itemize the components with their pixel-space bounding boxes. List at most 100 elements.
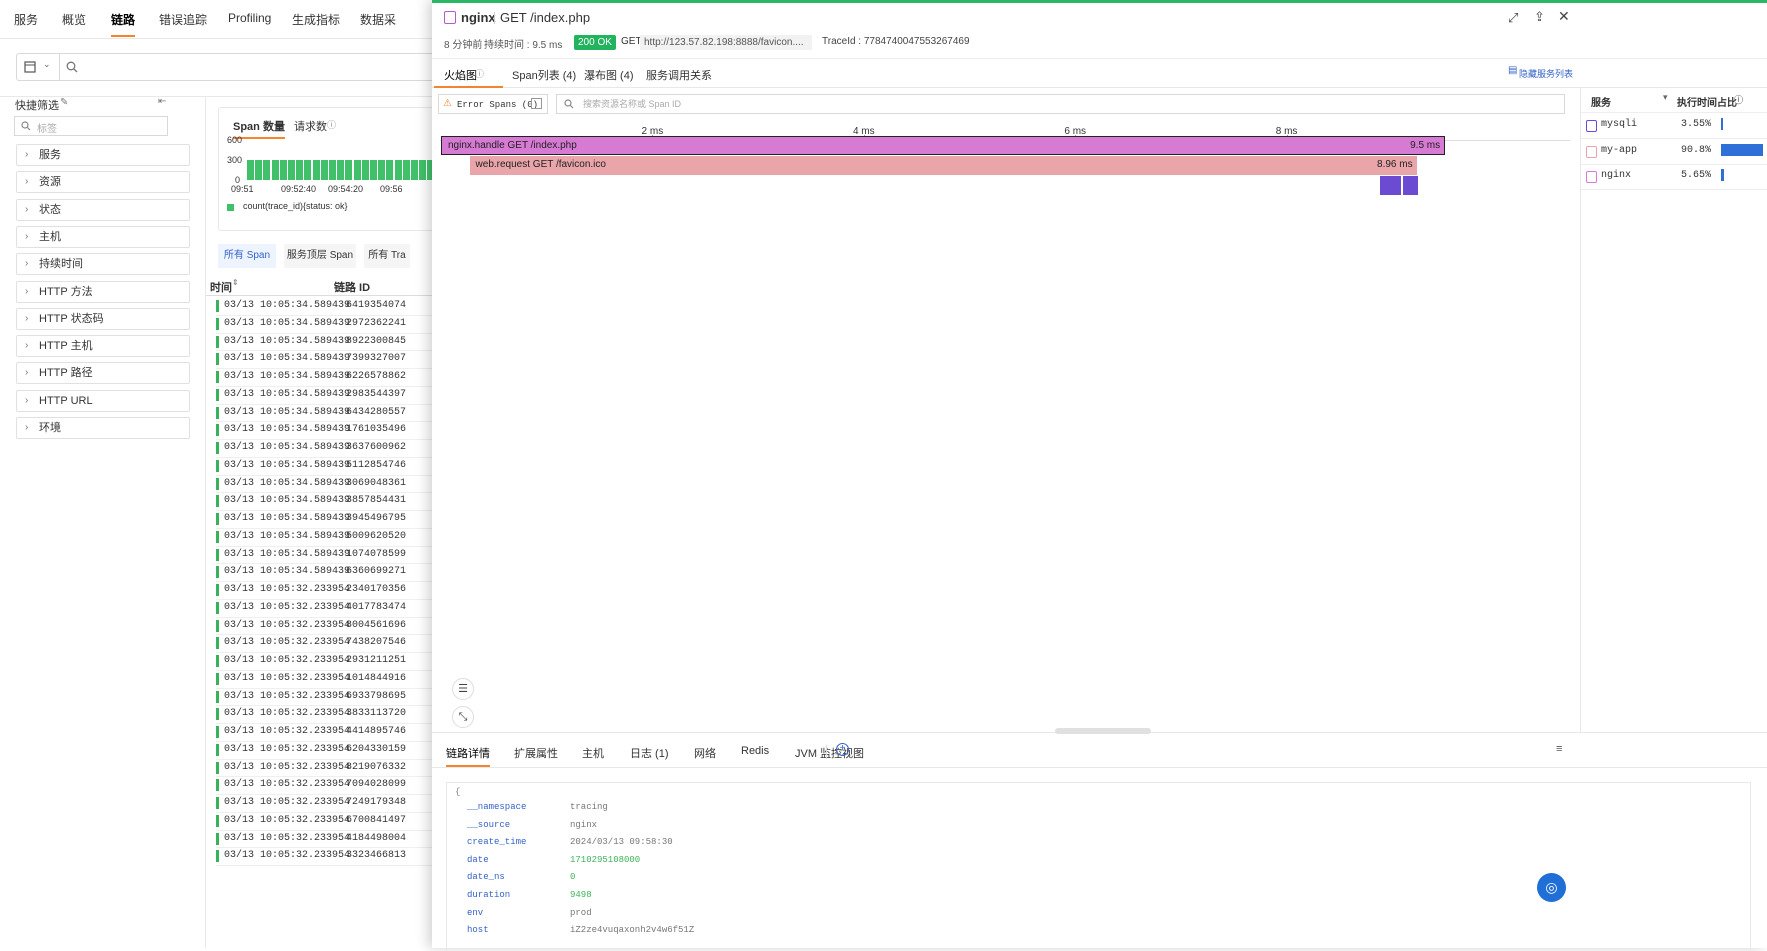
table-row[interactable]: 03/13 10:05:34.589439 6360699271 (216, 563, 432, 582)
view-selector[interactable]: ⌄ (16, 53, 60, 81)
detail-tab[interactable]: 网络 (694, 745, 716, 761)
sort-icon[interactable]: ⇕ (232, 278, 239, 287)
assistant-fab-button[interactable]: ◎ (1537, 873, 1566, 902)
table-row[interactable]: 03/13 10:05:32.233954 1014844916 (216, 670, 432, 689)
filter-group[interactable]: › 持续时间 (16, 253, 190, 276)
span-tab[interactable]: 所有 Span (218, 244, 276, 268)
table-row[interactable]: 03/13 10:05:32.233954 3833113720 (216, 705, 432, 724)
table-row[interactable]: 03/13 10:05:34.589439 3637600962 (216, 439, 432, 458)
fullscreen-icon[interactable]: ⤢ (1508, 10, 1518, 26)
chevron-down-icon[interactable]: ▾ (1663, 92, 1668, 103)
detail-tab[interactable]: 日志 (1) (630, 745, 669, 761)
table-row[interactable]: 03/13 10:05:34.589439 3945496795 (216, 510, 432, 529)
table-row[interactable]: 03/13 10:05:34.589439 3857854431 (216, 492, 432, 511)
table-row[interactable]: 03/13 10:05:34.589439 6419354074 (216, 297, 432, 316)
span-tab[interactable]: 所有 Tra (364, 244, 410, 268)
nav-tab-6[interactable]: 数据采 (360, 11, 396, 28)
filter-group[interactable]: › 资源 (16, 171, 190, 194)
nav-tab-5[interactable]: 生成指标 (292, 11, 340, 28)
nav-tab-2[interactable]: 链路 (111, 11, 136, 37)
drawer-tab[interactable]: 服务调用关系 (646, 67, 712, 83)
table-row[interactable]: 03/13 10:05:32.233954 4017783474 (216, 599, 432, 618)
flame-span[interactable] (1402, 176, 1418, 195)
table-row[interactable]: 03/13 10:05:32.233954 8004561696 (216, 617, 432, 636)
filter-group[interactable]: › 状态 (16, 198, 190, 221)
table-row[interactable]: 03/13 10:05:34.589439 5009620520 (216, 528, 432, 547)
table-row[interactable]: 03/13 10:05:32.233954 6700841497 (216, 812, 432, 831)
hide-service-list-link[interactable]: 隐藏服务列表 (1519, 67, 1573, 80)
share-icon[interactable]: ⇪ (1534, 9, 1545, 25)
nav-tab-1[interactable]: 概览 (62, 11, 86, 28)
table-row[interactable]: 03/13 10:05:32.233954 7094028099 (216, 776, 432, 795)
table-row[interactable]: 03/13 10:05:32.233954 6933798695 (216, 688, 432, 707)
table-row[interactable]: 03/13 10:05:32.233954 7438207546 (216, 634, 432, 653)
table-row[interactable]: 03/13 10:05:34.589439 2983544397 (216, 386, 432, 405)
tag-search-input[interactable]: 标签 (14, 116, 168, 136)
detail-tab[interactable]: 扩展属性 (514, 745, 558, 761)
close-icon[interactable]: ✕ (1558, 8, 1570, 25)
nav-tab-3[interactable]: 错误追踪 (159, 11, 207, 28)
filter-group[interactable]: › HTTP 主机 (16, 335, 190, 358)
nav-tab-4[interactable]: Profiling (228, 11, 271, 25)
filter-group[interactable]: › HTTP URL (16, 389, 190, 412)
chart-bar (296, 160, 304, 180)
collapse-icon[interactable]: ⇤ (158, 96, 166, 107)
panel-menu-icon[interactable]: ≡ (1556, 743, 1562, 755)
detail-tab[interactable]: Redis (741, 745, 769, 757)
table-row[interactable]: 03/13 10:05:34.589439 1761035496 (216, 421, 432, 440)
row-trace-id: 2340170356 (346, 584, 407, 595)
table-row[interactable]: 03/13 10:05:34.589439 6434280557 (216, 404, 432, 423)
drawer-tab[interactable]: 瀑布图 (4) (584, 67, 634, 83)
drawer-tab[interactable]: 火焰图 (434, 67, 503, 88)
filter-group[interactable]: › HTTP 状态码 (16, 307, 190, 330)
nav-tab-0[interactable]: 服务 (14, 11, 38, 28)
error-spans-toggle[interactable]: ⚠ Error Spans (0) (438, 94, 548, 114)
table-row[interactable]: 03/13 10:05:32.233954 2340170356 (216, 581, 432, 600)
table-row[interactable]: 03/13 10:05:34.589439 6226578862 (216, 368, 432, 387)
table-row[interactable]: 03/13 10:05:34.589439 8922300845 (216, 333, 432, 352)
error-spans-checkbox[interactable] (531, 98, 542, 109)
resize-handle[interactable] (1055, 728, 1151, 734)
service-row[interactable]: mysqli 3.55% (1581, 113, 1767, 139)
filter-group[interactable]: › 环境 (16, 417, 190, 439)
chart-tab[interactable]: 请求数 (294, 118, 327, 134)
table-row[interactable]: 03/13 10:05:32.233954 4414895746 (216, 723, 432, 742)
table-row[interactable]: 03/13 10:05:32.233954 7249179348 (216, 794, 432, 813)
service-row[interactable]: nginx 5.65% (1581, 164, 1767, 190)
drawer-tab[interactable]: Span列表 (4) (512, 67, 576, 83)
col-trace-id[interactable]: 链路 ID (334, 279, 370, 295)
span-tab[interactable]: 服务顶层 Span (284, 244, 356, 268)
table-row[interactable]: 03/13 10:05:34.589439 1074078599 (216, 546, 432, 565)
search-input[interactable] (60, 53, 440, 81)
table-row[interactable]: 03/13 10:05:32.233954 4184498004 (216, 830, 432, 849)
col-time[interactable]: 时间 (210, 279, 232, 295)
filter-group[interactable]: › HTTP 方法 (16, 280, 190, 303)
hide-service-list-icon[interactable]: ▤ (1508, 65, 1517, 76)
table-row[interactable]: 03/13 10:05:34.589439 3069048361 (216, 475, 432, 494)
service-row[interactable]: my-app 90.8% (1581, 139, 1767, 165)
flame-span[interactable]: web.request GET /favicon.ico 8.96 ms (469, 156, 1417, 175)
table-row[interactable]: 03/13 10:05:34.589439 7399327007 (216, 350, 432, 369)
detail-tab[interactable]: 主机 (582, 745, 604, 761)
list-view-button[interactable]: ☰ (452, 678, 474, 700)
table-row[interactable]: 03/13 10:05:32.233954 8219076332 (216, 759, 432, 778)
table-row[interactable]: 03/13 10:05:32.233954 2931211251 (216, 652, 432, 671)
edit-icon[interactable]: ✎ (60, 97, 68, 108)
table-row[interactable]: 03/13 10:05:34.589439 5112854746 (216, 457, 432, 476)
flame-span[interactable] (1379, 176, 1401, 195)
flame-span[interactable]: nginx.handle GET /index.php 9.5 ms (441, 136, 1446, 155)
filter-group[interactable]: › 主机 (16, 225, 190, 248)
table-row[interactable]: 03/13 10:05:32.233954 3323466813 (216, 847, 432, 866)
request-url[interactable]: http://123.57.82.198:8888/favicon.... (640, 35, 812, 50)
table-row[interactable]: 03/13 10:05:34.589439 2972362241 (216, 315, 432, 334)
filter-group[interactable]: › 服务 (16, 144, 190, 166)
collapse-button[interactable]: ⤡ (452, 706, 474, 728)
add-tab-icon[interactable]: + (836, 743, 849, 756)
filter-group[interactable]: › HTTP 路径 (16, 362, 190, 385)
table-row[interactable]: 03/13 10:05:32.233954 6204330159 (216, 741, 432, 760)
span-search-input[interactable]: 搜索资源名称或 Span ID (556, 94, 1565, 114)
chevron-right-icon: › (25, 258, 29, 270)
detail-tab[interactable]: JVM 监控视图 (795, 745, 864, 761)
detail-tab[interactable]: 链路详情 (446, 745, 490, 767)
status-indicator (216, 743, 219, 756)
